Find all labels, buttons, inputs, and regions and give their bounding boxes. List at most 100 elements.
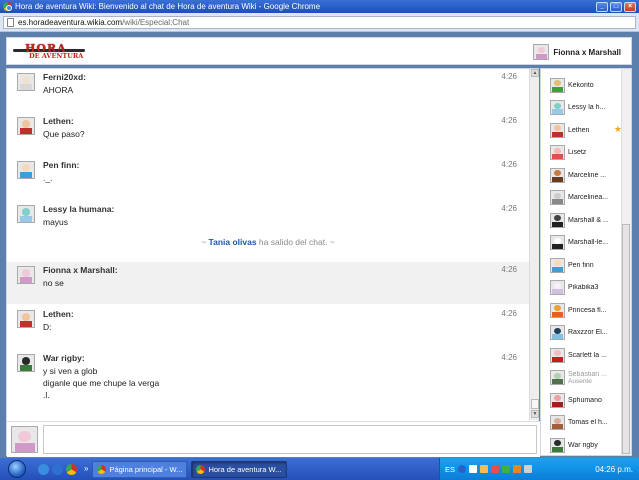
avatar[interactable] [17, 354, 35, 372]
window-title: Hora de aventura Wiki: Bienvenido al cha… [15, 2, 321, 11]
current-user[interactable]: Fionna x Marshall [533, 44, 621, 60]
avatar [533, 44, 550, 60]
tray-icon[interactable] [513, 465, 522, 473]
message-text: no se [43, 278, 64, 288]
user-name-wrap: Sebastian ... Ausente [568, 371, 608, 385]
start-button[interactable] [0, 458, 34, 480]
user-name-wrap: Princesa fl... [568, 307, 608, 314]
avatar[interactable] [17, 161, 35, 179]
tray-icon[interactable] [491, 465, 500, 473]
chat-message: Fionna x Marshall: no se 4:26 [7, 262, 529, 304]
avatar[interactable] [17, 205, 35, 223]
user-name: Tomas el h... [568, 419, 608, 426]
url-path: /wiki/Especial:Chat [122, 18, 190, 27]
user-list-item[interactable]: Marshall-le... [541, 232, 623, 254]
chrome-icon[interactable] [66, 463, 77, 475]
user-name: Pikabika3 [568, 284, 599, 291]
wiki-logo[interactable]: HORA DE AVENTURA [13, 42, 85, 60]
message-text: y si ven a glob [43, 366, 98, 376]
user-name-wrap: War rigby [568, 442, 608, 449]
help-icon[interactable] [458, 465, 467, 473]
address-bar[interactable]: es.horadeaventura.wikia.com/wiki/Especia… [3, 16, 636, 29]
tray-icon[interactable] [480, 465, 489, 473]
chat-panel: ~ Tania olivas ha salido del chat. ~ Fer… [6, 68, 540, 457]
explorer-icon[interactable] [52, 463, 63, 475]
user-name-wrap: Marshall & ... [568, 217, 608, 224]
avatar[interactable] [17, 73, 35, 91]
user-name-wrap: Lisetz [568, 149, 608, 156]
scroll-thumb[interactable] [531, 399, 539, 409]
clock[interactable]: 04:26 p.m. [595, 465, 633, 474]
user-list-item[interactable]: Lessy la h... [541, 97, 623, 119]
message-username[interactable]: Lethen: [43, 113, 529, 126]
window-title-bar: Hora de aventura Wiki: Bienvenido al cha… [0, 0, 639, 13]
star-icon: ★ [613, 124, 622, 134]
message-input[interactable] [43, 425, 537, 454]
user-list-item[interactable]: Princesa fl... [541, 299, 623, 321]
user-list-item[interactable]: Sebastian ... Ausente [541, 367, 623, 389]
user-name: Marshall-le... [568, 239, 608, 246]
user-list-item[interactable]: Tomas el h... [541, 412, 623, 434]
scroll-down-arrow[interactable]: ▼ [531, 410, 539, 418]
user-list-item[interactable]: Marceline ... [541, 164, 623, 186]
user-list-item[interactable]: Pen finn [541, 254, 623, 276]
user-list-item[interactable]: War rigby [541, 434, 623, 455]
user-list-item[interactable]: Marcelinea... [541, 187, 623, 209]
avatar[interactable] [17, 117, 35, 135]
message-list: ~ Tania olivas ha salido del chat. ~ Fer… [7, 69, 529, 420]
current-user-name: Fionna x Marshall [553, 47, 621, 57]
avatar[interactable] [17, 266, 35, 284]
message-username[interactable]: War rigby: [43, 350, 529, 363]
chrome-icon [97, 464, 107, 474]
chrome-icon [196, 464, 206, 474]
avatar[interactable] [17, 310, 35, 328]
message-username[interactable]: Lethen: [43, 306, 529, 319]
taskbar-item-pagina-principal[interactable]: Página principal - W... [92, 460, 188, 478]
user-list-item[interactable]: Pikabika3 [541, 277, 623, 299]
user-list-scroll-thumb[interactable] [622, 224, 630, 454]
user-list-item[interactable]: Kekorito [541, 74, 623, 96]
volume-icon[interactable] [524, 465, 533, 473]
avatar [550, 122, 565, 138]
quick-launch-more[interactable]: » [84, 464, 88, 475]
user-name-wrap: Sphumano [568, 397, 608, 404]
user-name-wrap: Tomas el h... [568, 419, 608, 426]
address-bar-container: es.horadeaventura.wikia.com/wiki/Especia… [0, 13, 639, 32]
message-timestamp: 4:26 [501, 72, 517, 81]
taskbar-item-hora-de-aventura[interactable]: Hora de aventura W... [191, 460, 288, 478]
page-icon [7, 18, 14, 27]
user-name: Lessy la h... [568, 104, 606, 111]
message-username[interactable]: Fionna x Marshall: [43, 262, 529, 275]
network-icon[interactable] [469, 465, 478, 473]
message-scrollbar[interactable]: ▲ ▼ [529, 69, 539, 420]
avatar [550, 100, 565, 115]
user-name: Marshall & ... [568, 216, 608, 224]
user-list-item[interactable]: Raxzzor El... [541, 322, 623, 344]
minimize-button[interactable]: _ [596, 1, 608, 12]
system-tray: ES 04:26 p.m. [439, 458, 639, 480]
message-username[interactable]: Lessy la humana: [43, 201, 529, 214]
message-text: mayus [43, 217, 69, 227]
ie-icon[interactable] [38, 463, 49, 475]
message-username[interactable]: Ferni20xd: [43, 69, 529, 82]
maximize-button[interactable]: □ [610, 1, 622, 12]
scroll-up-arrow[interactable]: ▲ [531, 69, 539, 77]
language-indicator[interactable]: ES [445, 465, 455, 474]
avatar [550, 347, 565, 363]
user-list-item[interactable]: Scarlett la ... [541, 344, 623, 366]
avatar [550, 302, 565, 318]
user-list-item[interactable]: Marshall & ... [541, 209, 623, 231]
message-text: Que paso? [43, 129, 85, 139]
user-name: Pen finn [568, 261, 594, 269]
message-username[interactable]: Pen finn: [43, 157, 529, 170]
user-list-item[interactable]: Sphumano [541, 389, 623, 411]
close-button[interactable]: × [624, 1, 636, 12]
user-list-item[interactable]: Lisetz [541, 142, 623, 164]
user-name-wrap: Marceline ... [568, 172, 608, 179]
avatar [550, 190, 565, 205]
user-list-item[interactable]: Lethen ★ [541, 119, 623, 141]
avatar [550, 235, 565, 250]
chat-message: Pen finn: ._. 4:26 [7, 157, 529, 199]
avatar [550, 145, 565, 160]
tray-icon[interactable] [502, 465, 511, 473]
